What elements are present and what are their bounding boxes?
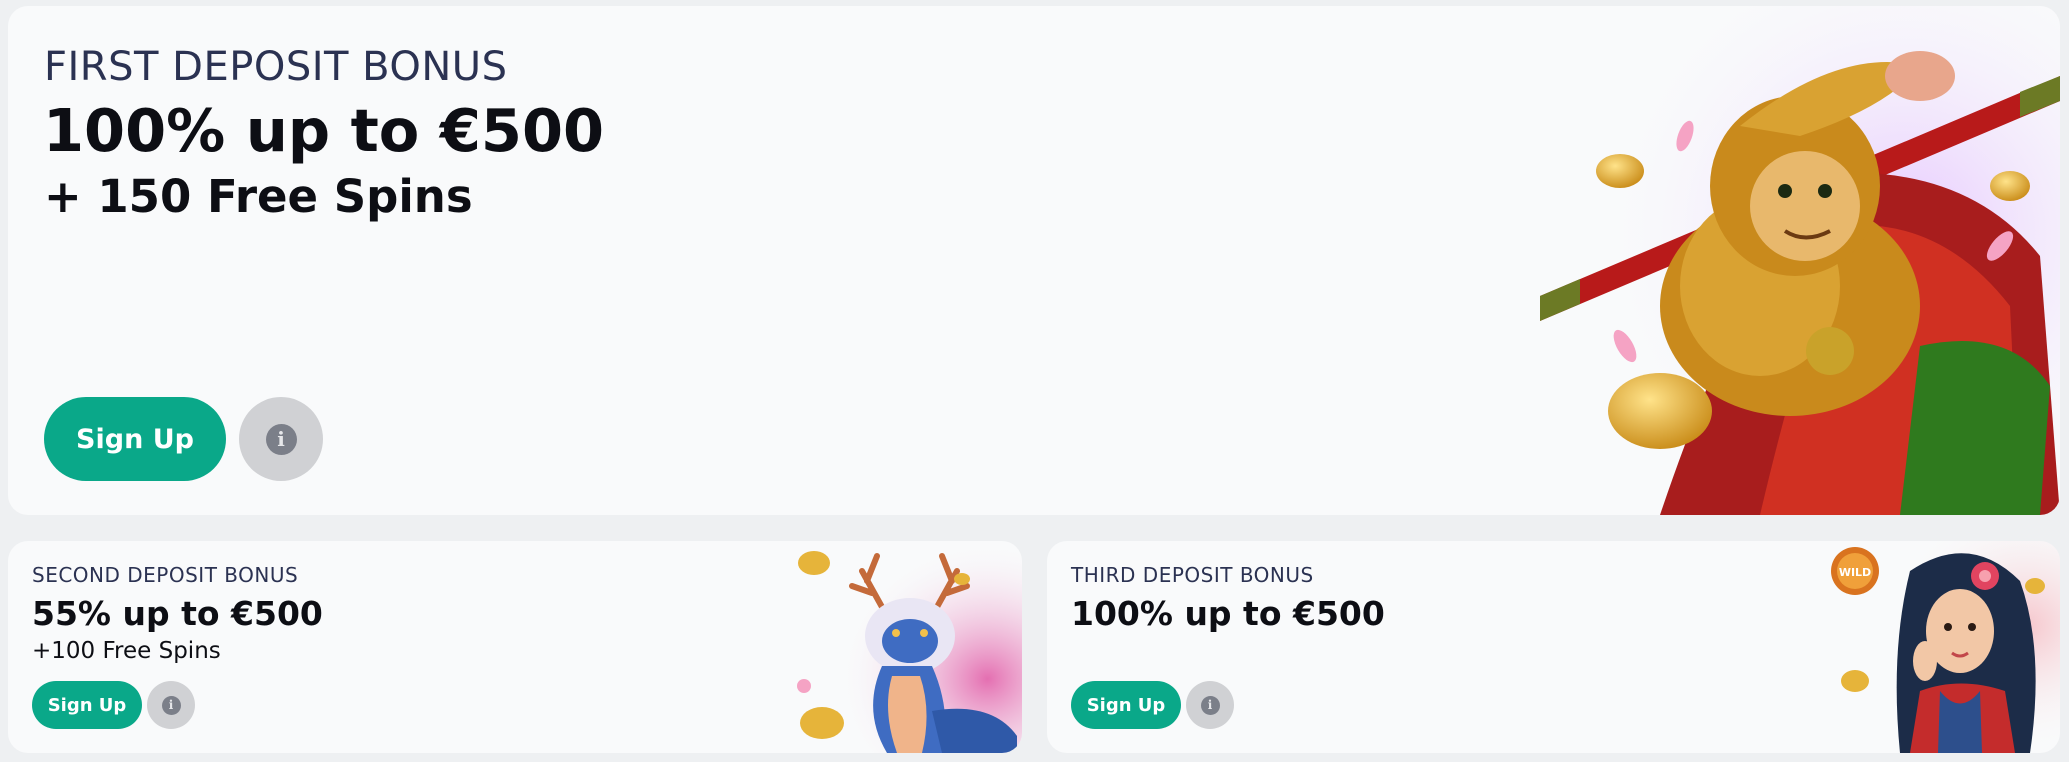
third-deposit-headline: 100% up to €500 <box>1071 594 1385 633</box>
monkey-king-illustration <box>1540 6 2060 515</box>
first-deposit-eyebrow: FIRST DEPOSIT BONUS <box>44 44 508 90</box>
third-deposit-signup-button[interactable]: Sign Up <box>1071 681 1181 729</box>
second-deposit-card: SECOND DEPOSIT BONUS 55% up to €500 +100… <box>8 541 1022 753</box>
first-deposit-free-spins: + 150 Free Spins <box>44 170 473 223</box>
info-icon: i <box>265 423 297 455</box>
info-icon: i <box>161 695 181 715</box>
second-deposit-info-button[interactable]: i <box>147 681 195 729</box>
dragon-illustration <box>792 541 1022 753</box>
first-deposit-card: FIRST DEPOSIT BONUS 100% up to €500 + 15… <box>8 6 2060 515</box>
second-deposit-eyebrow: SECOND DEPOSIT BONUS <box>32 563 299 587</box>
first-deposit-signup-button[interactable]: Sign Up <box>44 397 226 481</box>
third-deposit-eyebrow: THIRD DEPOSIT BONUS <box>1071 563 1314 587</box>
woman-illustration: WILD <box>1830 541 2060 753</box>
third-deposit-card: THIRD DEPOSIT BONUS 100% up to €500 Sign… <box>1047 541 2060 753</box>
info-icon: i <box>1200 695 1220 715</box>
second-deposit-headline: 55% up to €500 <box>32 594 323 633</box>
first-deposit-headline: 100% up to €500 <box>43 96 605 165</box>
second-deposit-signup-button[interactable]: Sign Up <box>32 681 142 729</box>
first-deposit-info-button[interactable]: i <box>239 397 323 481</box>
second-deposit-free-spins: +100 Free Spins <box>32 638 221 664</box>
third-deposit-info-button[interactable]: i <box>1186 681 1234 729</box>
wild-badge-text: WILD <box>1839 566 1871 579</box>
